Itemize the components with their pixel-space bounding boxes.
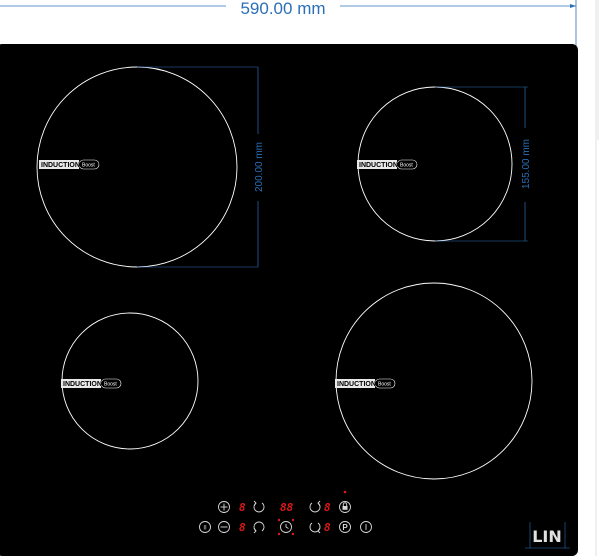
timer-display: 88 <box>280 501 294 514</box>
zone-bottom-right-display: 8 <box>324 521 331 534</box>
zone-boost-text: Boost <box>82 163 95 169</box>
zone-top-right-display: 8 <box>324 501 331 514</box>
zone-boost-text: Boost <box>400 163 413 169</box>
width-dimension-label: 590.00 mm <box>240 0 325 18</box>
zone-top-left-dimension-label: 200.00 mm <box>254 142 265 192</box>
zone-boost-text: Boost <box>104 382 117 388</box>
zone-top-left-display: 8 <box>239 501 246 514</box>
zone-bottom-left-display: 8 <box>239 521 246 534</box>
brand-logo-text: LIN <box>532 527 562 546</box>
zone-label-text: INDUCTION <box>63 381 102 388</box>
width-dimension: 590.00 mm <box>0 0 577 46</box>
cooktop-drawing: 590.00 mm INDUCTION Boost 200.00 mm INDU… <box>0 0 599 556</box>
zone-label-text: INDUCTION <box>41 162 80 169</box>
p-icon: P <box>342 523 348 532</box>
zone-label-text: INDUCTION <box>337 381 376 388</box>
zone-boost-text: Boost <box>378 382 391 388</box>
zone-top-right-dimension-label: 155.00 mm <box>521 139 532 189</box>
zone-label-text: INDUCTION <box>359 162 398 169</box>
cooktop-glass <box>0 44 578 556</box>
pause-icon: II <box>203 526 207 532</box>
